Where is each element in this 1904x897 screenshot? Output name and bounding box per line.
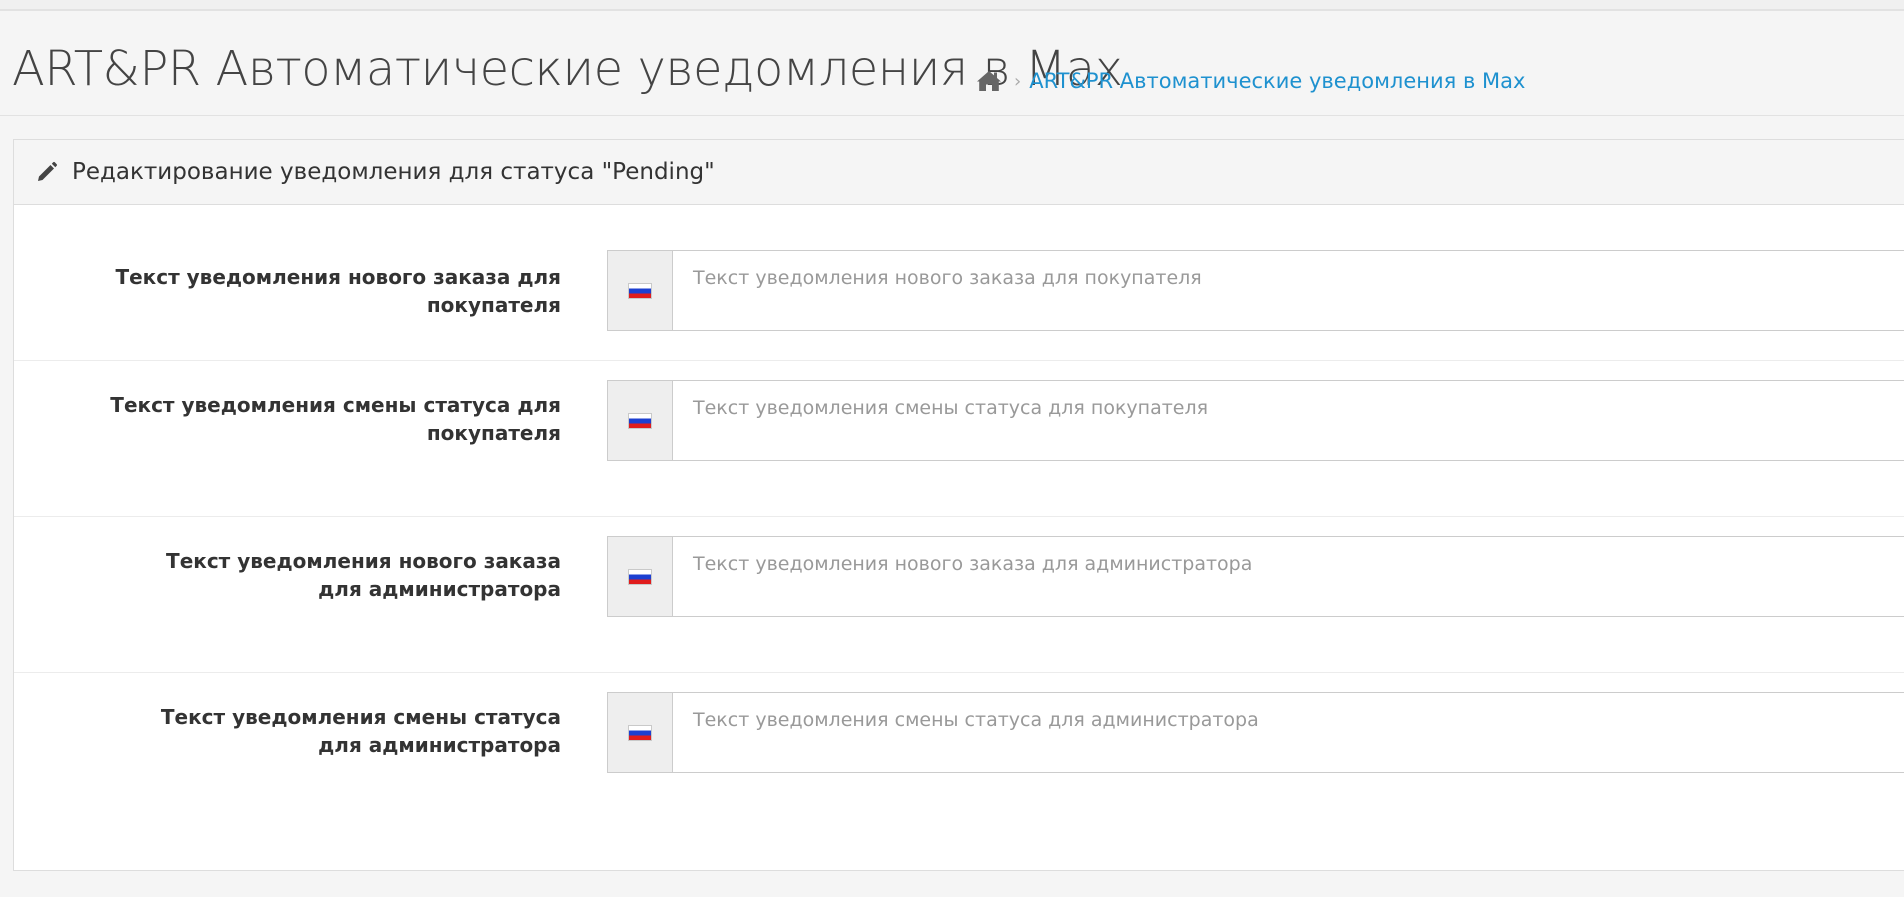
edit-notification-panel: Редактирование уведомления для статуса "… [13,139,1904,871]
form-group-new-order-admin: Текст уведомления нового заказа для адми… [14,517,1904,673]
language-addon [608,537,673,616]
textarea-group [607,250,1904,331]
breadcrumb-link-module[interactable]: ART&PR Автоматические уведомления в Max [1029,69,1525,93]
page-header: ART&PR Автоматические уведомления в Max … [0,11,1904,116]
new-order-customer-textarea[interactable] [673,251,1904,330]
breadcrumb-separator: › [1014,70,1022,92]
top-bar [0,0,1904,11]
status-change-admin-textarea[interactable] [673,693,1904,772]
new-order-admin-textarea[interactable] [673,537,1904,616]
russian-flag-icon [628,412,652,429]
language-addon [608,381,673,460]
form-group-status-change-customer: Текст уведомления смены статуса для поку… [14,361,1904,517]
status-change-customer-textarea[interactable] [673,381,1904,460]
russian-flag-icon [628,282,652,299]
textarea-group [607,380,1904,461]
textarea-group [607,692,1904,773]
russian-flag-icon [628,568,652,585]
field-label: Текст уведомления нового заказа для поку… [115,265,561,317]
language-addon [608,251,673,330]
textarea-group [607,536,1904,617]
panel-title: Редактирование уведомления для статуса "… [72,159,715,185]
home-icon[interactable] [976,69,1002,93]
russian-flag-icon [628,724,652,741]
field-label: Текст уведомления смены статуса для адми… [160,705,561,757]
field-label: Текст уведомления нового заказа для адми… [166,549,561,601]
language-addon [608,693,673,772]
field-label: Текст уведомления смены статуса для поку… [110,393,561,445]
panel-heading: Редактирование уведомления для статуса "… [14,140,1904,205]
breadcrumb: › ART&PR Автоматические уведомления в Ma… [976,69,1525,93]
pencil-icon [36,161,58,183]
page-title: ART&PR Автоматические уведомления в Max [12,41,1123,97]
form-group-status-change-admin: Текст уведомления смены статуса для адми… [14,673,1904,829]
form-group-new-order-customer: Текст уведомления нового заказа для поку… [14,205,1904,361]
